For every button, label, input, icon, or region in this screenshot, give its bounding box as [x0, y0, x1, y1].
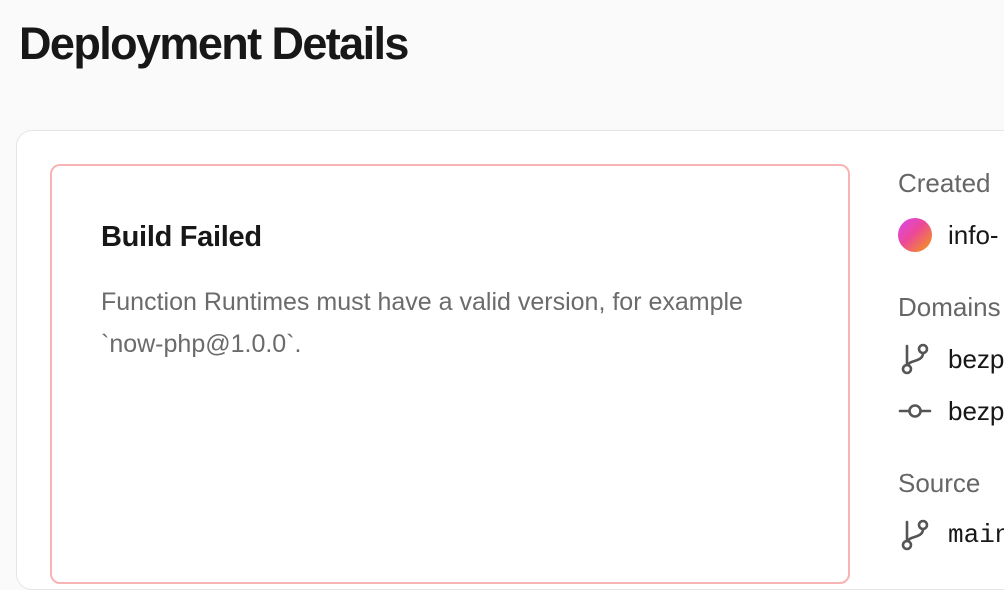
domain-text[interactable]: bezp: [948, 396, 1004, 427]
domains-label: Domains: [898, 292, 1001, 322]
avatar: [898, 218, 932, 252]
domain-link-commit[interactable]: bezp: [898, 394, 1004, 428]
build-error-panel: Build Failed Function Runtimes must have…: [50, 164, 850, 584]
domain-link-branch[interactable]: bezp: [898, 342, 1004, 376]
git-branch-icon: [901, 343, 929, 375]
source-branch-row[interactable]: main: [898, 518, 1004, 552]
git-branch-icon: [901, 519, 929, 551]
domain-text[interactable]: bezp: [948, 344, 1004, 375]
git-commit-icon: [898, 404, 932, 418]
source-label: Source: [898, 468, 981, 498]
page-title: Deployment Details: [19, 18, 409, 69]
created-by-row[interactable]: info-: [898, 218, 999, 252]
error-message: Function Runtimes must have a valid vers…: [101, 288, 743, 358]
created-label: Created: [898, 168, 991, 198]
error-title: Build Failed: [101, 221, 262, 253]
source-branch-name[interactable]: main: [948, 520, 1004, 550]
created-by-name[interactable]: info-: [948, 220, 999, 251]
